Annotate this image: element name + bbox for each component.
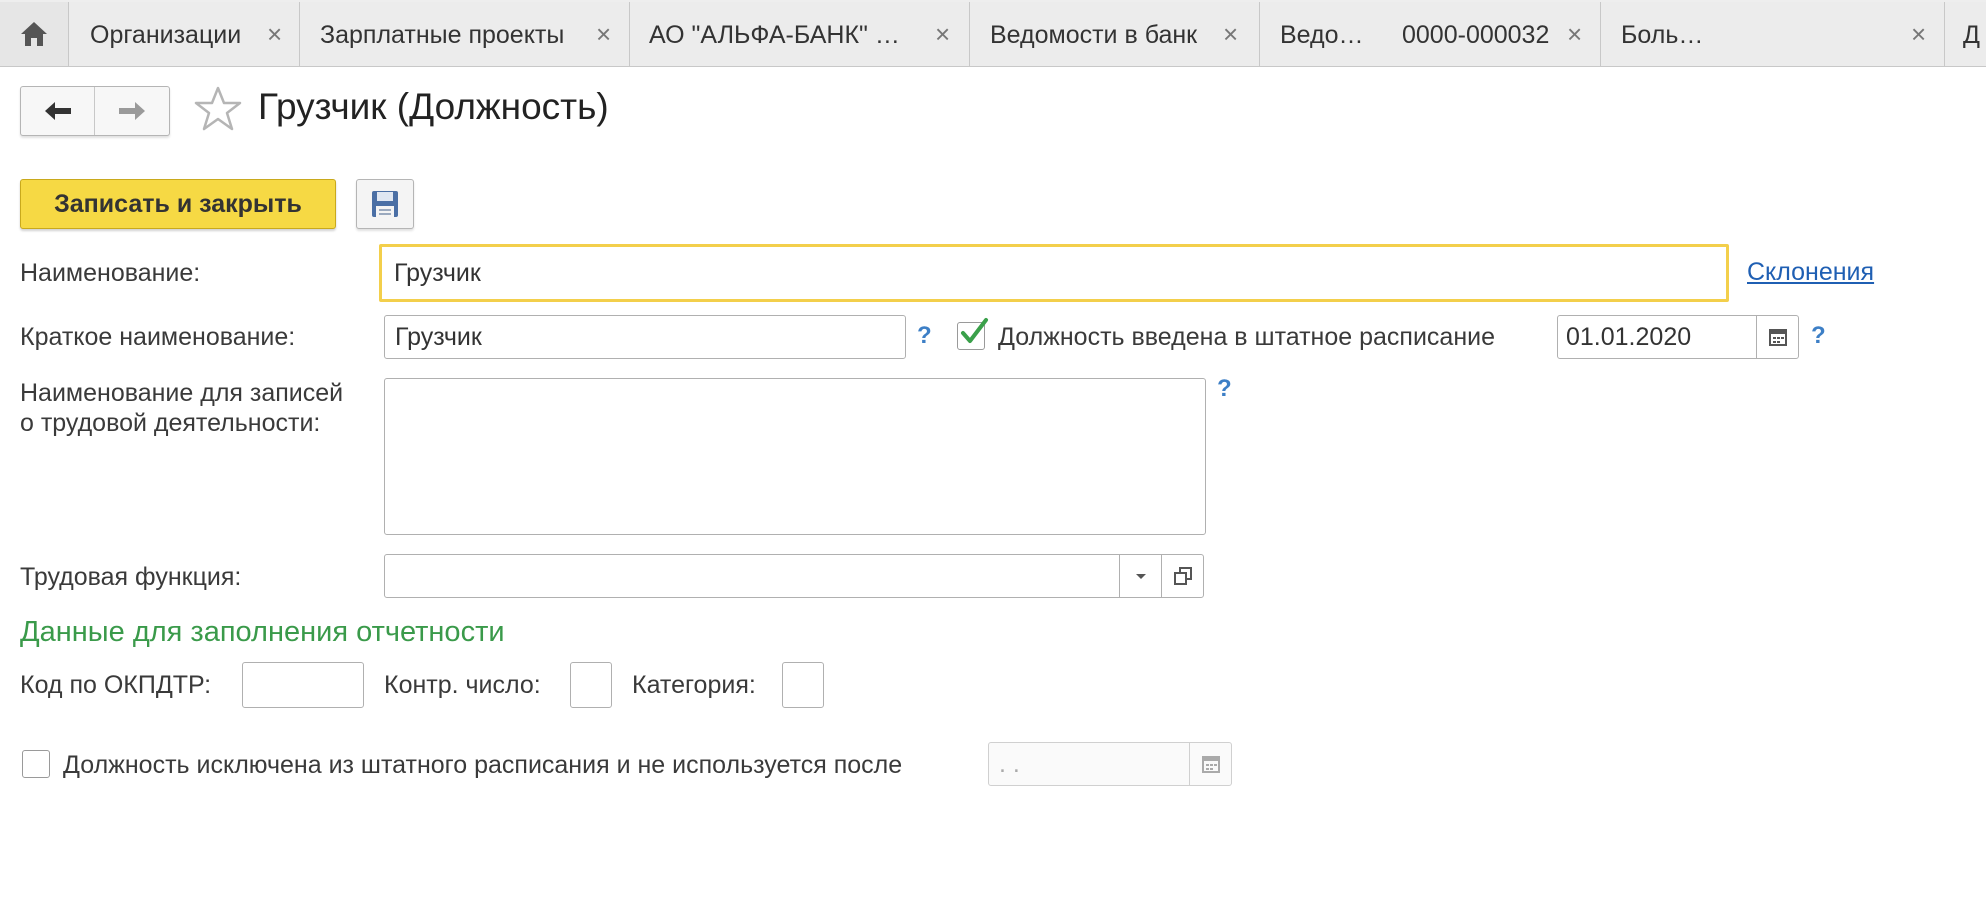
- category-input[interactable]: [782, 662, 824, 708]
- staffing-checkbox[interactable]: [957, 318, 988, 350]
- save-and-close-button[interactable]: Записать и закрыть: [20, 179, 336, 229]
- dropdown-button[interactable]: [1119, 555, 1161, 597]
- exclusion-date-value: . .: [999, 749, 1020, 778]
- reporting-section-title: Данные для заполнения отчетности: [20, 616, 505, 648]
- calendar-icon: [1768, 329, 1787, 346]
- name-input[interactable]: Грузчик: [379, 244, 1729, 302]
- tab-bank-statements[interactable]: Ведомости в банк ×: [970, 2, 1260, 66]
- name-value: Грузчик: [394, 258, 481, 287]
- control-number-input[interactable]: [570, 662, 612, 708]
- staffing-date-input[interactable]: 01.01.2020: [1557, 315, 1799, 359]
- tab-label: Д: [1963, 21, 1980, 49]
- category-label: Категория:: [632, 671, 756, 699]
- open-form-button[interactable]: [1161, 555, 1203, 597]
- labor-function-select[interactable]: [384, 554, 1204, 598]
- home-button[interactable]: [0, 2, 69, 66]
- tab-doc-number: 0000-000032: [1402, 21, 1550, 49]
- help-icon-short-name[interactable]: ?: [917, 322, 932, 350]
- labor-records-textarea[interactable]: [384, 378, 1206, 535]
- exclusion-checkbox-label: Должность исключена из штатного расписан…: [63, 751, 903, 779]
- okpdtr-label: Код по ОКПДТР:: [20, 671, 212, 699]
- declensions-link[interactable]: Склонения: [1747, 258, 1874, 287]
- tab-organizations[interactable]: Организации ×: [69, 2, 300, 66]
- tab-sick-leave[interactable]: Боль… ×: [1601, 2, 1945, 66]
- tab-more[interactable]: Д: [1945, 2, 1986, 66]
- tab-label: Ведомости в банк: [990, 21, 1198, 49]
- staffing-checkbox-label: Должность введена в штатное расписание: [998, 323, 1495, 351]
- calendar-button[interactable]: [1756, 316, 1798, 358]
- close-icon[interactable]: ×: [1567, 19, 1582, 50]
- labor-records-label-line2: о трудовой деятельности:: [20, 409, 321, 437]
- back-button[interactable]: [21, 87, 94, 135]
- tab-label: Боль…: [1621, 21, 1704, 49]
- navigation-buttons: [20, 86, 170, 136]
- chevron-down-icon: [1135, 574, 1146, 579]
- close-icon[interactable]: ×: [596, 19, 611, 50]
- labor-records-label-line1: Наименование для записей: [20, 379, 344, 407]
- short-name-input[interactable]: Грузчик: [384, 315, 906, 359]
- star-icon[interactable]: [193, 85, 243, 133]
- tab-statement-document[interactable]: Ведо… 0000-000032 ×: [1260, 2, 1601, 66]
- help-icon-labor-records[interactable]: ?: [1217, 375, 1232, 403]
- close-icon[interactable]: ×: [935, 19, 950, 50]
- open-form-icon: [1173, 567, 1192, 585]
- checkmark-icon: [961, 318, 988, 343]
- forward-button[interactable]: [95, 87, 168, 135]
- tab-label: Зарплатные проекты: [320, 21, 565, 49]
- close-icon[interactable]: ×: [1911, 19, 1926, 50]
- tab-label: Ведо…: [1280, 21, 1364, 49]
- tab-alfa-bank[interactable]: АО "АЛЬФА-БАНК" … ×: [630, 2, 970, 66]
- exclusion-checkbox[interactable]: [22, 750, 50, 778]
- name-label: Наименование:: [20, 259, 201, 287]
- tab-salary-projects[interactable]: Зарплатные проекты ×: [300, 2, 630, 66]
- control-number-label: Контр. число:: [384, 671, 541, 699]
- tab-bar: Организации × Зарплатные проекты × АО "А…: [0, 0, 1986, 67]
- exclusion-date-input[interactable]: . .: [988, 742, 1232, 786]
- help-icon-staffing-date[interactable]: ?: [1811, 322, 1826, 350]
- save-button[interactable]: [356, 179, 414, 229]
- floppy-disk-icon: [372, 191, 398, 217]
- staffing-date-value: 01.01.2020: [1566, 322, 1692, 351]
- arrow-right-icon: [118, 102, 145, 120]
- home-icon: [21, 22, 47, 46]
- labor-function-label: Трудовая функция:: [20, 563, 242, 591]
- arrow-left-icon: [44, 102, 71, 120]
- close-icon[interactable]: ×: [1223, 19, 1238, 50]
- short-name-value: Грузчик: [395, 322, 482, 351]
- okpdtr-input[interactable]: [242, 662, 364, 708]
- close-icon[interactable]: ×: [267, 19, 282, 50]
- calendar-button[interactable]: [1189, 743, 1231, 785]
- tab-label: Организации: [90, 21, 242, 49]
- tab-label: АО "АЛЬФА-БАНК" …: [649, 21, 900, 49]
- calendar-icon: [1201, 756, 1220, 773]
- short-name-label: Краткое наименование:: [20, 323, 296, 351]
- page-title: Грузчик (Должность): [258, 86, 609, 127]
